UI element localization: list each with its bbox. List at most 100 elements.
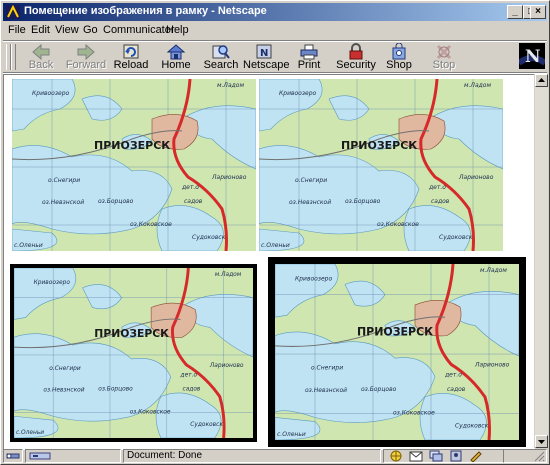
map-label-sadov: садов — [184, 198, 203, 205]
back-button[interactable]: Back — [20, 42, 62, 72]
map-label-kokovskoe: оз.Коковское — [130, 221, 172, 228]
menu-bar: File Edit View Go Communicator Help — [3, 22, 547, 40]
map-label-nevzn: оз.Невзнской — [289, 199, 331, 206]
mail-icon[interactable] — [409, 450, 423, 462]
map-label-sadov: садов — [182, 387, 200, 393]
map-town-label: ПРИОЗЕРСК — [94, 327, 169, 340]
minimize-button[interactable]: _ — [507, 5, 523, 19]
scroll-down-arrow-icon — [538, 440, 545, 444]
vertical-scrollbar[interactable] — [534, 74, 548, 448]
map-label-nevzn: оз.Невзнской — [43, 388, 84, 394]
topographic-map: ПРИОЗЕРСК Кривоозеро м.Ладом о.Снегири оз.Не… — [14, 268, 253, 438]
map-label-bortsovo: оз.Борцово — [345, 198, 381, 205]
reload-label: Reload — [113, 59, 149, 71]
map-label-det: дет.о — [181, 184, 199, 191]
menu-go[interactable]: Go — [83, 24, 98, 36]
security-key-icon[interactable] — [6, 450, 20, 462]
map-label-ladom: м.Ладом — [217, 82, 244, 89]
menu-edit[interactable]: Edit — [31, 24, 50, 36]
lock-icon — [349, 43, 363, 60]
map-town-label: ПРИОЗЕРСК — [341, 139, 417, 152]
close-button[interactable]: × — [530, 5, 546, 19]
toolbar-grip-2[interactable] — [11, 44, 16, 70]
map-label-kokovskoe: оз.Коковское — [377, 221, 419, 228]
map-label-nevzn: оз.Невзнской — [42, 199, 84, 206]
search-label: Search — [203, 59, 239, 71]
shop-bag-icon — [392, 43, 406, 60]
status-bar: Document: Done — [3, 449, 547, 463]
forward-arrow-icon — [77, 43, 95, 60]
back-arrow-icon — [32, 43, 50, 60]
netscape-n-logo-icon: N — [517, 43, 547, 69]
map-label-olenyi: с.Оленьи — [14, 242, 43, 249]
search-button[interactable]: Search — [200, 42, 242, 72]
netscape-button[interactable]: N Netscape — [243, 42, 290, 72]
menu-file[interactable]: File — [8, 24, 26, 36]
netscape-label: Netscape — [243, 59, 290, 71]
map-label-sadov: садов — [447, 386, 466, 393]
map-label-sudokovsk: Судоковск — [455, 423, 489, 430]
map-label-olenyi: с.Оленьи — [16, 430, 44, 436]
navigator-icon[interactable] — [389, 450, 403, 462]
connection-icon — [29, 452, 51, 460]
netscape-logo[interactable]: N — [517, 43, 547, 69]
forward-button[interactable]: Forward — [65, 42, 107, 72]
map-label-larionovo: Ларионово — [474, 361, 510, 368]
map-label-larionovo: Ларионово — [458, 174, 494, 181]
forward-label: Forward — [65, 59, 107, 71]
map-label-bortsovo: оз.Борцово — [98, 387, 133, 393]
map-label-krivoozero: Кривоозеро — [34, 280, 71, 286]
map-label-snegiri: о.Снегири — [49, 366, 81, 372]
shop-label: Shop — [386, 59, 412, 71]
map-label-ladom: м.Ладом — [480, 267, 507, 274]
reload-button[interactable]: Reload — [110, 42, 152, 72]
map-image-plain-2: ПРИОЗЕРСК Кривоозеро м.Ладом о.Снегири оз.Не… — [259, 79, 503, 251]
print-label: Print — [297, 59, 321, 71]
resize-grip-icon[interactable] — [531, 450, 545, 462]
browser-window: Помещение изображения в рамку - Netscape… — [0, 0, 550, 465]
newsgroups-icon[interactable] — [429, 450, 443, 462]
map-label-sadov: садов — [431, 198, 450, 205]
shop-button[interactable]: Shop — [378, 42, 420, 72]
map-label-bortsovo: оз.Борцово — [98, 198, 134, 205]
address-book-icon[interactable] — [449, 450, 463, 462]
scroll-up-arrow-icon — [538, 78, 545, 82]
map-label-kokovskoe: оз.Коковское — [393, 409, 435, 416]
search-icon — [212, 45, 230, 59]
home-button[interactable]: Home — [155, 42, 197, 72]
menu-communicator[interactable]: Communicator — [103, 24, 175, 36]
topographic-map: ПРИОЗЕРСК Кривоозеро м.Ладом о.Снегири оз.Не… — [275, 264, 519, 440]
map-label-det: дет.о — [444, 372, 462, 379]
map-label-snegiri: о.Снегири — [48, 177, 80, 184]
title-bar[interactable]: Помещение изображения в рамку - Netscape… — [3, 3, 547, 21]
window-title: Помещение изображения в рамку - Netscape — [24, 5, 267, 17]
map-label-sudokovsk: Судоковск — [190, 422, 223, 428]
scroll-up-button[interactable] — [535, 74, 548, 87]
stop-button[interactable]: Stop — [423, 42, 465, 72]
scroll-down-button[interactable] — [535, 435, 548, 448]
stop-icon — [436, 44, 452, 60]
security-button[interactable]: Security — [333, 42, 379, 72]
map-label-krivoozero: Кривоозеро — [295, 275, 332, 282]
map-image-plain-1: ПРИОЗЕРСК Кривоозеро м.Ладом о.Снегири оз.Не… — [12, 79, 256, 251]
printer-icon — [300, 44, 318, 60]
map-label-ladom: м.Ладом — [464, 82, 491, 89]
map-label-larionovo: Ларионово — [211, 174, 247, 181]
menu-view[interactable]: View — [55, 24, 79, 36]
map-label-kokovskoe: оз.Коковское — [130, 409, 171, 415]
map-label-snegiri: о.Снегири — [295, 177, 327, 184]
print-button[interactable]: Print — [288, 42, 330, 72]
map-label-nevzn: оз.Невзнской — [305, 387, 347, 394]
page-content: ПРИОЗЕРСК Кривоозеро м.Ладом о.Снегири оз.Не… — [3, 74, 535, 450]
home-label: Home — [161, 59, 191, 71]
map-image-framed-thin: ПРИОЗЕРСК Кривоозеро м.Ладом о.Снегири оз.Не… — [10, 264, 257, 442]
map-label-olenyi: с.Оленьи — [261, 242, 290, 249]
back-label: Back — [28, 59, 54, 71]
composer-icon[interactable] — [469, 450, 483, 462]
home-icon — [166, 44, 186, 60]
map-label-snegiri: о.Снегири — [311, 364, 343, 371]
menu-help[interactable]: Help — [166, 24, 189, 36]
netscape-guide-icon: N — [256, 44, 272, 59]
navigation-toolbar: Back Forward Reload Home Search N Netsca… — [3, 42, 547, 72]
netscape-app-icon — [6, 5, 20, 19]
